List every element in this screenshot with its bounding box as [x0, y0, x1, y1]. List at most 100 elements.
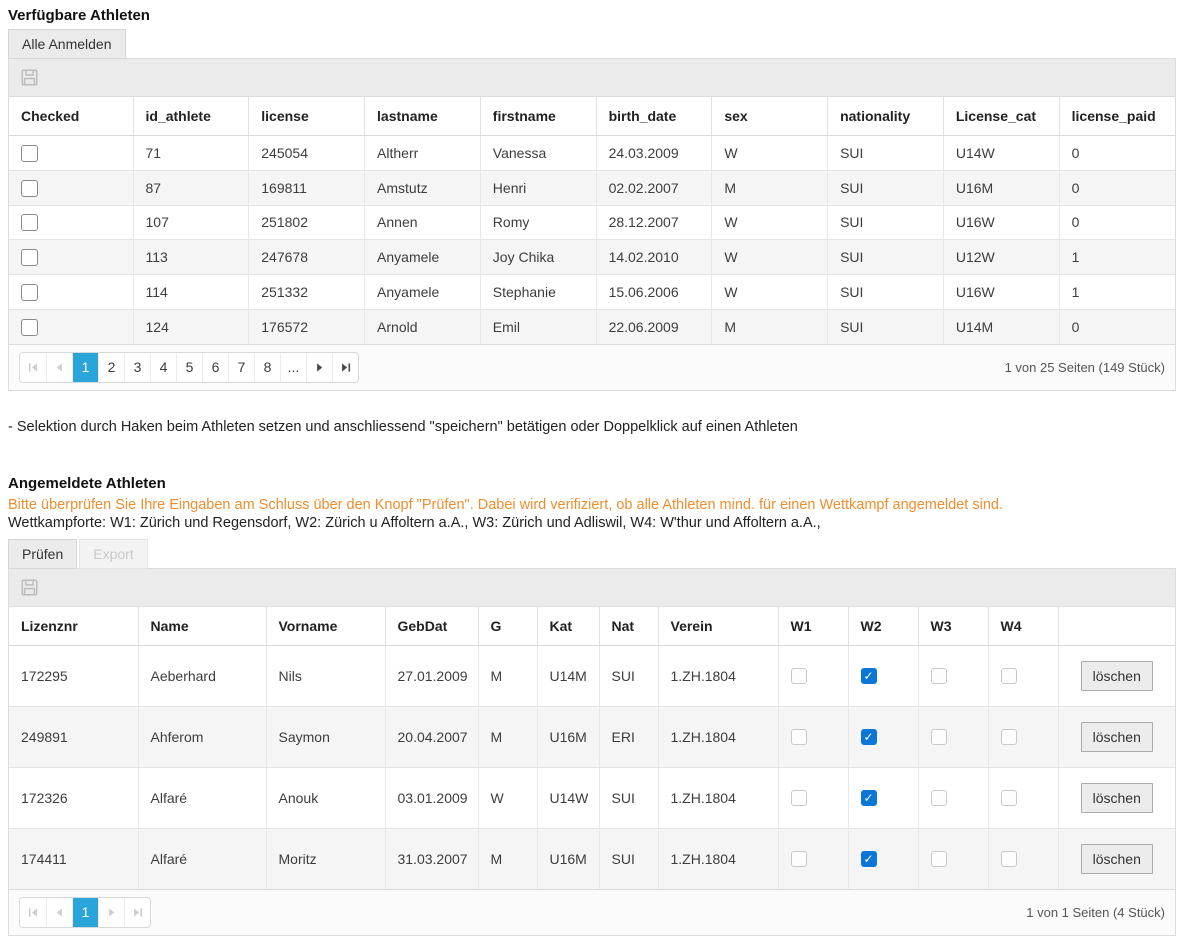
available-table-body: 71245054AltherrVanessa24.03.2009WSUIU14W… — [9, 136, 1175, 344]
column-header-vorname[interactable]: Vorname — [266, 607, 385, 646]
column-header-g[interactable]: G — [478, 607, 537, 646]
athlete-row[interactable]: 107251802AnnenRomy28.12.2007WSUIU16W0 — [9, 205, 1175, 240]
enroll-all-button[interactable]: Alle Anmelden — [8, 29, 126, 59]
column-header-lastname[interactable]: lastname — [365, 97, 481, 136]
pager-prev-button[interactable] — [46, 353, 72, 382]
column-header-w3[interactable]: W3 — [918, 607, 988, 646]
w3-checkbox[interactable] — [931, 668, 947, 684]
registered-athlete-row[interactable]: 249891AhferomSaymon20.04.2007MU16MERI1.Z… — [9, 706, 1175, 767]
column-header-checked[interactable]: Checked — [9, 97, 133, 136]
w3-checkbox[interactable] — [931, 729, 947, 745]
w2-checkbox[interactable]: ✓ — [861, 851, 877, 867]
pager-last-button[interactable] — [124, 898, 150, 927]
column-header-gebdat[interactable]: GebDat — [385, 607, 478, 646]
w4-checkbox[interactable] — [1001, 790, 1017, 806]
athlete-row[interactable]: 87169811AmstutzHenri02.02.2007MSUIU16M0 — [9, 170, 1175, 205]
available-pager-info: 1 von 25 Seiten (149 Stück) — [1005, 360, 1165, 375]
delete-button[interactable]: löschen — [1081, 722, 1153, 752]
column-header-license_cat[interactable]: License_cat — [943, 97, 1059, 136]
row-checkbox[interactable] — [21, 319, 38, 336]
pager-prev-button[interactable] — [46, 898, 72, 927]
save-icon[interactable] — [21, 579, 38, 596]
checked-cell — [9, 136, 133, 171]
pager-first-button[interactable] — [20, 353, 46, 382]
w1-checkbox[interactable] — [791, 790, 807, 806]
column-header-license[interactable]: license — [249, 97, 365, 136]
registered-athlete-row[interactable]: 172326AlfaréAnouk03.01.2009WU14WSUI1.ZH.… — [9, 767, 1175, 828]
w2-checkbox[interactable]: ✓ — [861, 790, 877, 806]
column-header-w1[interactable]: W1 — [778, 607, 848, 646]
cell-license_paid: 0 — [1059, 205, 1175, 240]
column-header-id_athlete[interactable]: id_athlete — [133, 97, 249, 136]
pager-next-button[interactable] — [306, 353, 332, 382]
athlete-row[interactable]: 71245054AltherrVanessa24.03.2009WSUIU14W… — [9, 136, 1175, 171]
column-header-nat[interactable]: Nat — [599, 607, 658, 646]
export-button[interactable]: Export — [79, 539, 147, 569]
cell-license: 251332 — [249, 275, 365, 310]
cell-w4 — [988, 706, 1058, 767]
pager-last-button[interactable] — [332, 353, 358, 382]
available-header-row: Checkedid_athletelicenselastnamefirstnam… — [9, 97, 1175, 136]
cell-kat: U14M — [537, 645, 599, 706]
column-header-nationality[interactable]: nationality — [828, 97, 944, 136]
delete-button[interactable]: löschen — [1081, 844, 1153, 874]
w4-checkbox[interactable] — [1001, 729, 1017, 745]
athlete-row[interactable]: 113247678AnyameleJoy Chika14.02.2010WSUI… — [9, 240, 1175, 275]
cell-nat: SUI — [599, 645, 658, 706]
column-header-lizenznr[interactable]: Lizenznr — [9, 607, 138, 646]
delete-button[interactable]: löschen — [1081, 783, 1153, 813]
save-icon[interactable] — [21, 69, 38, 86]
w1-checkbox[interactable] — [791, 729, 807, 745]
pager-page-7[interactable]: 7 — [228, 353, 254, 382]
column-header-firstname[interactable]: firstname — [480, 97, 596, 136]
pager-page-8[interactable]: 8 — [254, 353, 280, 382]
w3-checkbox[interactable] — [931, 790, 947, 806]
cell-verein: 1.ZH.1804 — [658, 828, 778, 889]
delete-button[interactable]: löschen — [1081, 661, 1153, 691]
delete-cell: löschen — [1058, 828, 1175, 889]
pager-next-button[interactable] — [98, 898, 124, 927]
w4-checkbox[interactable] — [1001, 851, 1017, 867]
w1-checkbox[interactable] — [791, 668, 807, 684]
cell-birth_date: 15.06.2006 — [596, 275, 712, 310]
pager-page-3[interactable]: 3 — [124, 353, 150, 382]
check-button[interactable]: Prüfen — [8, 539, 77, 569]
w4-checkbox[interactable] — [1001, 668, 1017, 684]
pager-page-2[interactable]: 2 — [98, 353, 124, 382]
column-header-verein[interactable]: Verein — [658, 607, 778, 646]
column-header-w4[interactable]: W4 — [988, 607, 1058, 646]
pager-page-1[interactable]: 1 — [72, 353, 98, 382]
cell-nationality: SUI — [828, 240, 944, 275]
registered-athlete-row[interactable]: 172295AeberhardNils27.01.2009MU14MSUI1.Z… — [9, 645, 1175, 706]
pager-page-4[interactable]: 4 — [150, 353, 176, 382]
column-header-kat[interactable]: Kat — [537, 607, 599, 646]
column-header-name[interactable]: Name — [138, 607, 266, 646]
venues-text: Wettkampforte: W1: Zürich und Regensdorf… — [8, 515, 1176, 531]
cell-sex: W — [712, 205, 828, 240]
row-checkbox[interactable] — [21, 145, 38, 162]
pager-first-button[interactable] — [20, 898, 46, 927]
column-header-birth_date[interactable]: birth_date — [596, 97, 712, 136]
w1-checkbox[interactable] — [791, 851, 807, 867]
row-checkbox[interactable] — [21, 284, 38, 301]
column-header-license_paid[interactable]: license_paid — [1059, 97, 1175, 136]
pager-page-5[interactable]: 5 — [176, 353, 202, 382]
column-header-sex[interactable]: sex — [712, 97, 828, 136]
registered-athlete-row[interactable]: 174411AlfaréMoritz31.03.2007MU16MSUI1.ZH… — [9, 828, 1175, 889]
w2-checkbox[interactable]: ✓ — [861, 729, 877, 745]
column-header-w2[interactable]: W2 — [848, 607, 918, 646]
row-checkbox[interactable] — [21, 214, 38, 231]
w3-checkbox[interactable] — [931, 851, 947, 867]
cell-nationality: SUI — [828, 136, 944, 171]
pager-page-6[interactable]: 6 — [202, 353, 228, 382]
row-checkbox[interactable] — [21, 180, 38, 197]
pager-more-button[interactable]: ... — [280, 353, 306, 382]
athlete-row[interactable]: 124176572ArnoldEmil22.06.2009MSUIU14M0 — [9, 309, 1175, 343]
w2-checkbox[interactable]: ✓ — [861, 668, 877, 684]
cell-id_athlete: 71 — [133, 136, 249, 171]
pager-page-1[interactable]: 1 — [72, 898, 98, 927]
cell-nationality: SUI — [828, 205, 944, 240]
athlete-row[interactable]: 114251332AnyameleStephanie15.06.2006WSUI… — [9, 275, 1175, 310]
row-checkbox[interactable] — [21, 249, 38, 266]
column-header-empty[interactable] — [1058, 607, 1175, 646]
